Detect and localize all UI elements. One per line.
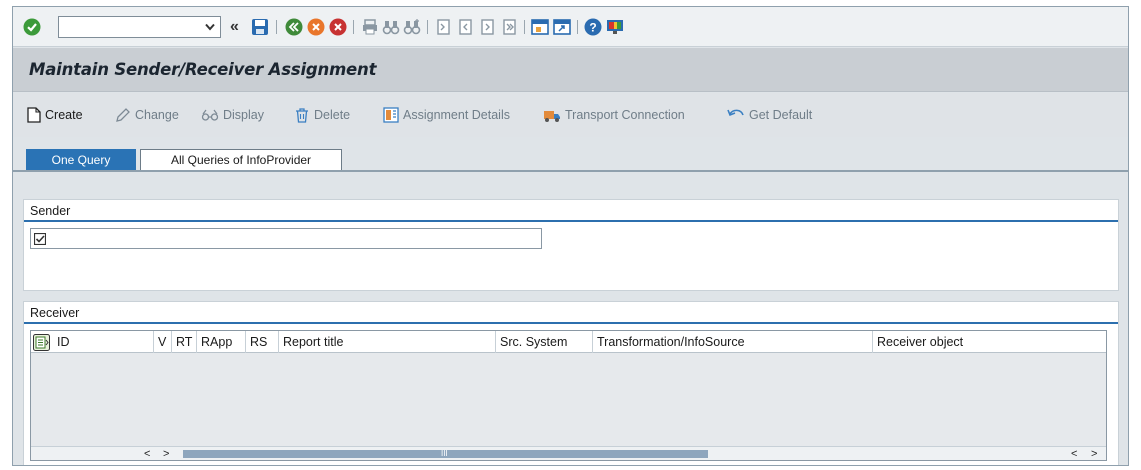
undo-icon: [727, 109, 744, 117]
scroll-left-button[interactable]: <: [144, 447, 150, 460]
next-page-button[interactable]: [478, 18, 496, 36]
receiver-group-header: Receiver: [24, 302, 1118, 324]
display-label: Display: [223, 108, 264, 122]
receiver-table-header: ID V RT RApp RS Report title Src. System…: [31, 331, 1106, 353]
scroll-right-button[interactable]: >: [163, 447, 169, 460]
column-header-report-title[interactable]: Report title: [278, 331, 495, 353]
receiver-group-title: Receiver: [30, 306, 80, 320]
chevron-down-icon: [205, 23, 215, 31]
delete-button[interactable]: Delete: [294, 105, 350, 125]
change-label: Change: [135, 108, 179, 122]
new-session-icon: [531, 19, 549, 35]
sender-group-header: Sender: [24, 200, 1118, 222]
receiver-table-body: [31, 354, 1106, 447]
find-next-button[interactable]: [403, 18, 421, 36]
help-button[interactable]: ?: [584, 18, 602, 36]
first-page-icon: [437, 19, 450, 35]
last-page-icon: [503, 19, 516, 35]
scroll-far-left-button[interactable]: <: [1071, 447, 1077, 460]
shortcut-button[interactable]: [553, 18, 571, 36]
display-button[interactable]: Display: [201, 105, 264, 125]
tab-one-query[interactable]: One Query: [26, 149, 136, 170]
scrollbar-thumb[interactable]: III: [183, 450, 708, 458]
assignment-details-button[interactable]: Assignment Details: [383, 105, 510, 125]
back-arrows-button[interactable]: «: [230, 18, 239, 36]
monitor-icon: [607, 20, 623, 34]
command-dropdown-button[interactable]: [200, 17, 220, 37]
sender-field[interactable]: [30, 228, 542, 249]
document-icon: [27, 107, 41, 123]
cancel-button[interactable]: [329, 18, 347, 36]
shortcut-icon: [553, 19, 571, 35]
command-field[interactable]: [58, 16, 221, 38]
column-header-transformation-infosource[interactable]: Transformation/InfoSource: [592, 331, 872, 353]
get-default-label: Get Default: [749, 108, 813, 122]
first-page-button[interactable]: [434, 18, 452, 36]
page-title: Maintain Sender/Receiver Assignment: [29, 60, 377, 79]
save-button[interactable]: [251, 18, 269, 36]
column-header-rt[interactable]: RT: [171, 331, 196, 353]
get-default-button[interactable]: Get Default: [727, 105, 812, 125]
scroll-far-right-button[interactable]: >: [1091, 447, 1097, 460]
svg-text:?: ?: [589, 21, 596, 35]
title-bar: Maintain Sender/Receiver Assignment: [13, 48, 1128, 92]
table-settings-button[interactable]: [31, 331, 53, 353]
tab-all-queries-of-infoprovider[interactable]: All Queries of InfoProvider: [140, 149, 342, 170]
glasses-icon: [201, 109, 219, 121]
details-icon: [383, 107, 399, 123]
pencil-icon: [116, 108, 130, 122]
print-button[interactable]: [361, 18, 379, 36]
sap-window: « ? Maintain Sender/Receiver Assignment …: [12, 6, 1129, 466]
command-input[interactable]: [70, 17, 209, 37]
exit-orange-icon: [307, 18, 325, 36]
transport-connection-button[interactable]: Transport Connection: [543, 105, 685, 125]
checkbox-checked-icon: [34, 232, 46, 245]
column-header-src-system[interactable]: Src. System: [495, 331, 592, 353]
back-green-icon: [285, 18, 303, 36]
exit-button[interactable]: [307, 18, 325, 36]
horizontal-scrollbar[interactable]: < > III < >: [31, 446, 1106, 460]
application-toolbar: Create Change Display Delete Assignment …: [13, 93, 1128, 137]
tab-divider: [13, 170, 1128, 172]
new-session-button[interactable]: [531, 18, 549, 36]
delete-label: Delete: [314, 108, 351, 122]
save-icon: [252, 19, 268, 35]
next-page-icon: [481, 19, 494, 35]
column-header-v[interactable]: V: [153, 331, 171, 353]
find-button[interactable]: [382, 18, 400, 36]
scrollbar-grip: III: [441, 449, 448, 458]
binoculars-plus-icon: [403, 19, 421, 35]
change-button[interactable]: Change: [115, 105, 179, 125]
back-button[interactable]: [285, 18, 303, 36]
truck-icon: [544, 111, 560, 122]
transport-connection-label: Transport Connection: [565, 108, 685, 122]
assignment-details-label: Assignment Details: [403, 108, 510, 122]
customize-layout-button[interactable]: [606, 18, 624, 36]
sender-group: Sender: [23, 199, 1119, 291]
column-header-rapp[interactable]: RApp: [196, 331, 245, 353]
binoculars-icon: [382, 21, 400, 35]
checkmark-icon: [23, 18, 41, 36]
table-settings-icon: [33, 333, 50, 351]
help-icon: ?: [584, 18, 602, 36]
column-header-rs[interactable]: RS: [245, 331, 278, 353]
column-header-id[interactable]: ID: [53, 331, 153, 353]
create-button[interactable]: Create: [27, 105, 83, 125]
cancel-red-icon: [329, 18, 347, 36]
printer-icon: [363, 19, 377, 35]
column-header-receiver-object[interactable]: Receiver object: [872, 331, 1106, 353]
system-toolbar: « ?: [13, 7, 1128, 47]
last-page-button[interactable]: [500, 18, 518, 36]
receiver-group: Receiver ID V RT RApp RS Report title Sr…: [23, 301, 1119, 465]
receiver-table[interactable]: ID V RT RApp RS Report title Src. System…: [30, 330, 1107, 461]
tab-strip: One Query All Queries of InfoProvider: [13, 142, 1128, 172]
trash-icon: [296, 108, 308, 123]
enter-button[interactable]: [23, 18, 41, 36]
previous-page-button[interactable]: [456, 18, 474, 36]
create-label: Create: [45, 108, 83, 122]
previous-page-icon: [459, 19, 472, 35]
sender-group-title: Sender: [30, 204, 71, 218]
